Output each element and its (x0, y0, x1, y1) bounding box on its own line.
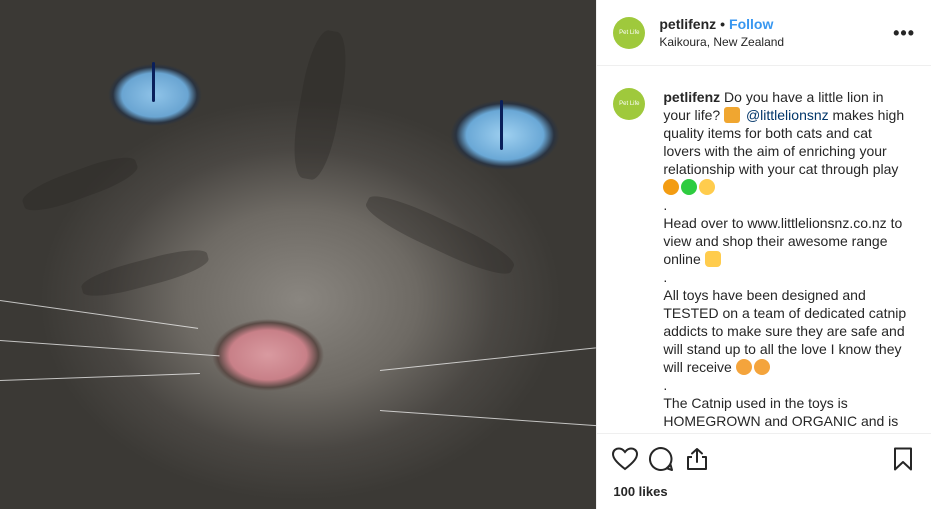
like-button[interactable] (607, 441, 643, 477)
fur-stripe (361, 187, 519, 283)
caption-dot: . (663, 269, 668, 285)
caption-text: petlifenz Do you have a little lion in y… (663, 88, 908, 433)
heart-eyes-cat-emoji-icon (735, 359, 752, 375)
location-link[interactable]: Kaikoura, New Zealand (659, 35, 893, 49)
cat-face-emoji-icon (699, 179, 716, 195)
post-sidebar: Pet Life petlifenz • Follow Kaikoura, New … (596, 0, 931, 509)
whisker (0, 373, 200, 381)
whisker (0, 340, 220, 357)
mention-link[interactable]: @littlelionsnz (746, 107, 829, 123)
likes-count[interactable]: 100 likes (597, 484, 931, 509)
post-header: Pet Life petlifenz • Follow Kaikoura, New … (597, 0, 931, 66)
green-heart-emoji-icon (681, 179, 698, 195)
instagram-post: Pet Life petlifenz • Follow Kaikoura, New … (0, 0, 931, 509)
cat-pupil-left (152, 62, 155, 102)
tiger-emoji-icon (724, 107, 741, 123)
whisker (379, 347, 596, 371)
cat-pupil-right (500, 100, 503, 150)
caption-username[interactable]: petlifenz (663, 89, 720, 105)
save-button[interactable] (885, 441, 921, 477)
caption-area: Pet Life petlifenz Do you have a little … (597, 66, 931, 433)
post-image-cat[interactable] (0, 0, 597, 509)
heart-icon (612, 447, 639, 471)
share-icon (687, 448, 708, 470)
caption-avatar[interactable]: Pet Life (613, 88, 646, 120)
lion-emoji-icon (663, 179, 680, 195)
whisker (0, 300, 199, 329)
fur-stripe (78, 243, 212, 303)
heart-eyes-cat-emoji-icon (753, 359, 770, 375)
post-header-info: petlifenz • Follow Kaikoura, New Zealand (659, 16, 893, 49)
bookmark-icon (894, 447, 912, 471)
username-link[interactable]: petlifenz (659, 16, 716, 32)
share-button[interactable] (679, 441, 715, 477)
caption-dot: . (663, 377, 668, 393)
caption-body-4: The Catnip used in the toys is HOMEGROWN… (663, 395, 899, 433)
follow-button[interactable]: Follow (729, 16, 773, 32)
fur-stripe (18, 150, 142, 218)
caption-dot: . (663, 197, 668, 213)
avatar[interactable]: Pet Life (613, 16, 646, 49)
comment-icon (649, 446, 674, 471)
raised-hands-emoji-icon (704, 251, 721, 267)
comment-button[interactable] (643, 441, 679, 477)
more-options-icon[interactable]: ••• (893, 24, 915, 42)
caption-body-3: All toys have been designed and TESTED o… (663, 287, 907, 375)
action-bar (597, 433, 931, 484)
avatar-logo-text: Pet Life (619, 101, 640, 107)
whisker (379, 410, 597, 427)
avatar-logo-text: Pet Life (619, 29, 640, 36)
fur-stripe (287, 27, 353, 183)
caption-body-2: Head over to www.littlelionsnz.co.nz to … (663, 215, 903, 267)
post-header-line: petlifenz • Follow (659, 16, 893, 32)
separator-dot: • (720, 16, 726, 32)
